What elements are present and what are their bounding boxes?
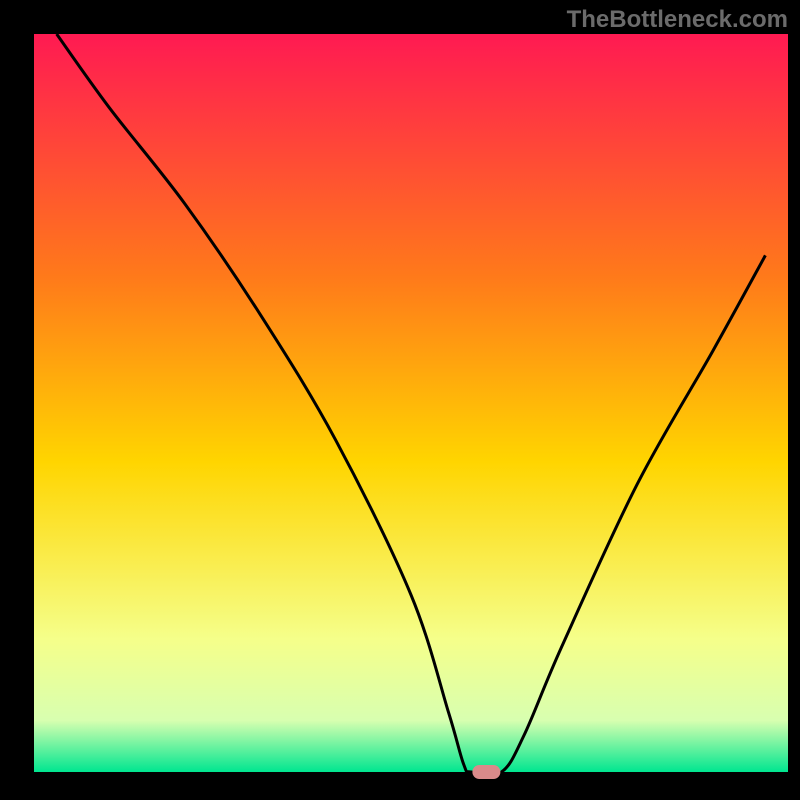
optimal-marker <box>472 765 500 779</box>
chart-svg: TheBottleneck.com <box>0 0 800 800</box>
chart-plot-area <box>34 34 788 772</box>
bottleneck-chart: TheBottleneck.com <box>0 0 800 800</box>
watermark-text: TheBottleneck.com <box>567 6 788 33</box>
